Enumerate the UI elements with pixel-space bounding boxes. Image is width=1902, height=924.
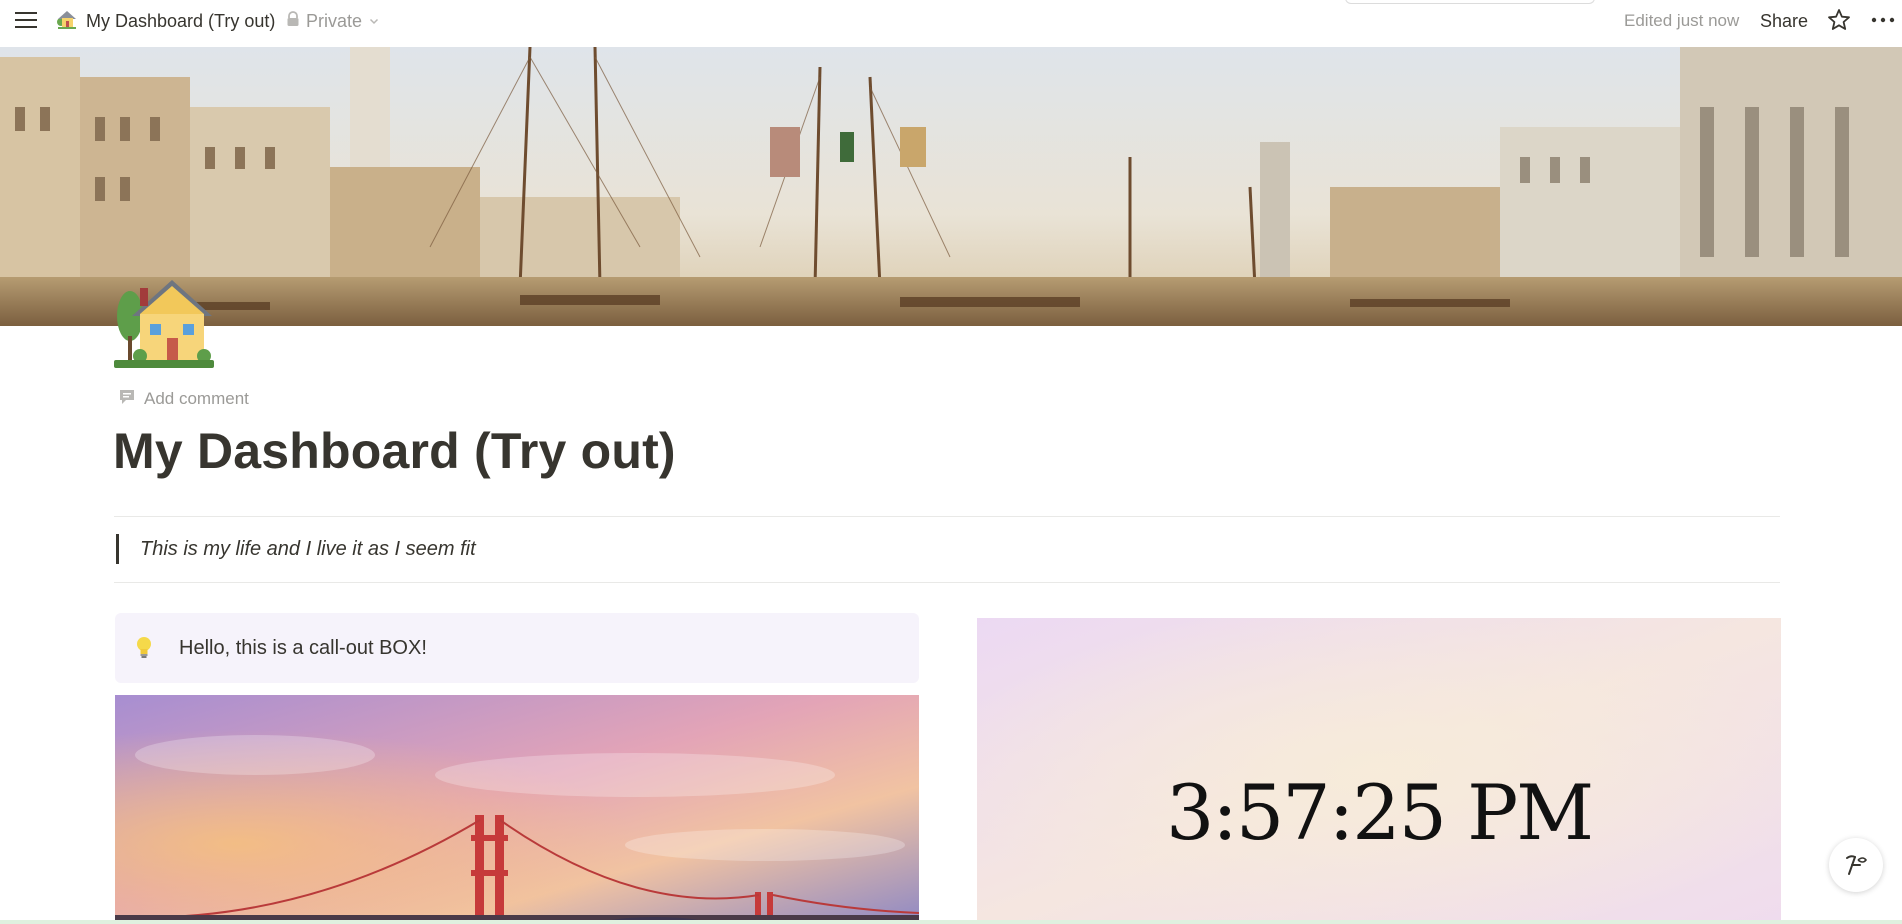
house-with-garden-icon xyxy=(56,8,78,35)
chevron-down-icon xyxy=(368,11,380,32)
edited-status: Edited just now xyxy=(1624,11,1740,30)
cover-image[interactable] xyxy=(0,47,1902,326)
star-icon[interactable] xyxy=(1826,7,1852,33)
topbar: My Dashboard (Try out) Private Edited ju… xyxy=(0,0,1902,46)
toolbar-popover-edge xyxy=(1345,0,1595,4)
privacy-selector[interactable]: Private xyxy=(286,8,380,34)
add-comment-button[interactable]: Add comment xyxy=(118,387,249,411)
house-with-garden-icon[interactable] xyxy=(112,276,216,372)
lock-icon xyxy=(286,10,300,32)
breadcrumb-title[interactable]: My Dashboard (Try out) xyxy=(86,11,275,32)
notion-page: My Dashboard (Try out) Private Edited ju… xyxy=(0,0,1902,924)
light-bulb-icon[interactable] xyxy=(131,633,161,663)
quote-block[interactable]: This is my life and I live it as I seem … xyxy=(116,534,476,564)
clock-time: 3:57:25 PM xyxy=(1165,768,1594,857)
share-button[interactable]: Share xyxy=(1760,8,1808,34)
bottom-status-strip xyxy=(0,920,1902,924)
comment-icon xyxy=(118,388,136,411)
clock-widget[interactable]: 3:57:25 PM xyxy=(977,618,1781,924)
breadcrumb[interactable]: My Dashboard (Try out) xyxy=(56,8,275,34)
divider xyxy=(114,516,1780,517)
divider xyxy=(114,582,1780,583)
hamburger-menu-icon[interactable] xyxy=(12,8,40,32)
privacy-label: Private xyxy=(306,10,363,31)
more-horizontal-icon[interactable] xyxy=(1868,7,1898,33)
add-comment-label: Add comment xyxy=(144,389,249,408)
callout-block[interactable]: Hello, this is a call-out BOX! xyxy=(115,613,919,683)
ai-assistant-icon[interactable] xyxy=(1829,838,1883,892)
callout-text: Hello, this is a call-out BOX! xyxy=(179,636,427,659)
page-title[interactable]: My Dashboard (Try out) xyxy=(113,422,676,480)
golden-gate-image[interactable] xyxy=(115,695,919,924)
